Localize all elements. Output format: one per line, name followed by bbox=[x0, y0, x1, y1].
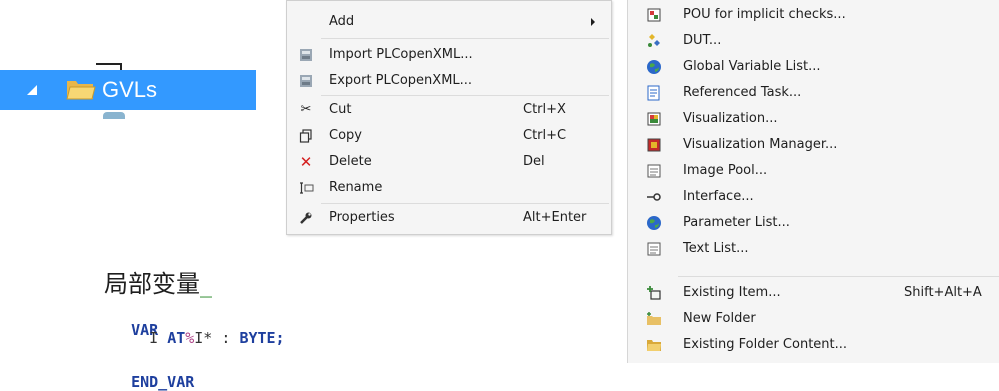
submenu-item-label: Text List... bbox=[683, 241, 749, 256]
submenu-item-visualization-manager[interactable]: Visualization Manager... bbox=[628, 132, 999, 158]
visualization-icon bbox=[646, 111, 662, 127]
folder-open-icon bbox=[66, 78, 96, 100]
text-cursor: _ bbox=[200, 270, 212, 298]
tree-child-icon bbox=[103, 112, 125, 119]
menu-item-shortcut: Del bbox=[523, 154, 545, 169]
delete-x-icon: ✕ bbox=[299, 153, 313, 171]
submenu-item-label: Image Pool... bbox=[683, 163, 768, 178]
menu-item-label: Copy bbox=[329, 128, 362, 143]
code-line-declaration: I AT%I* : BYTE; bbox=[113, 329, 285, 347]
context-menu: Add Import PLCopenXML... Export PLCopenX… bbox=[286, 0, 612, 235]
existing-item-icon bbox=[646, 285, 662, 301]
folder-icon bbox=[646, 337, 662, 353]
code-type: BYTE; bbox=[239, 329, 285, 347]
submenu-item-visualization[interactable]: Visualization... bbox=[628, 106, 999, 132]
menu-item-shortcut: Alt+Enter bbox=[523, 210, 587, 225]
submenu-item-image-pool[interactable]: Image Pool... bbox=[628, 158, 999, 184]
menu-item-shortcut: Ctrl+X bbox=[523, 102, 566, 117]
new-folder-icon bbox=[646, 311, 662, 327]
submenu-item-pou-implicit-checks[interactable]: POU for implicit checks... bbox=[628, 2, 999, 28]
dut-icon bbox=[646, 33, 662, 49]
submenu-item-label: Referenced Task... bbox=[683, 85, 802, 100]
submenu-item-existing-folder-content[interactable]: Existing Folder Content... bbox=[628, 332, 999, 358]
submenu-item-interface[interactable]: Interface... bbox=[628, 184, 999, 210]
expanded-triangle-icon[interactable] bbox=[27, 85, 37, 95]
menu-item-label: Properties bbox=[329, 210, 395, 225]
submenu-arrow-icon bbox=[591, 18, 595, 26]
menu-item-label: Cut bbox=[329, 102, 352, 117]
menu-item-shortcut: Ctrl+C bbox=[523, 128, 567, 143]
globe-icon bbox=[646, 215, 662, 231]
code-keyword: AT bbox=[167, 329, 186, 347]
globe-icon bbox=[646, 59, 662, 75]
code-line-end-var: END_VAR bbox=[113, 355, 194, 391]
tree-node-label: GVLs bbox=[102, 77, 158, 102]
submenu-item-text-list[interactable]: Text List... bbox=[628, 236, 999, 262]
visualization-manager-icon bbox=[646, 137, 662, 153]
wrench-icon bbox=[298, 211, 314, 225]
menu-item-cut[interactable]: ✂ Cut Ctrl+X bbox=[287, 97, 611, 123]
tree-node-gvls[interactable]: GVLs bbox=[0, 70, 256, 110]
submenu-item-label: Parameter List... bbox=[683, 215, 790, 230]
submenu-item-label: Global Variable List... bbox=[683, 59, 821, 74]
menu-separator bbox=[321, 38, 609, 39]
menu-item-label: Rename bbox=[329, 180, 383, 195]
menu-item-import-plcopenxml[interactable]: Import PLCopenXML... bbox=[287, 42, 611, 68]
menu-item-copy[interactable]: Copy Ctrl+C bbox=[287, 123, 611, 149]
menu-item-add[interactable]: Add bbox=[287, 9, 611, 35]
scissors-icon: ✂ bbox=[300, 102, 312, 117]
submenu-item-label: Existing Folder Content... bbox=[683, 337, 848, 352]
code-heading: 局部变量_ bbox=[104, 264, 212, 299]
code-address: I* bbox=[194, 329, 213, 347]
menu-item-label: Export PLCopenXML... bbox=[329, 73, 473, 88]
submenu-item-global-variable-list[interactable]: Global Variable List... bbox=[628, 54, 999, 80]
interface-icon bbox=[646, 189, 662, 205]
code-percent: % bbox=[185, 329, 195, 347]
image-pool-icon bbox=[646, 163, 662, 179]
submenu-item-dut[interactable]: DUT... bbox=[628, 28, 999, 54]
menu-separator bbox=[678, 276, 999, 277]
referenced-task-icon bbox=[646, 85, 662, 101]
menu-item-rename[interactable]: Rename bbox=[287, 175, 611, 201]
text-list-icon bbox=[646, 241, 662, 257]
add-submenu: POU for implicit checks... DUT... Global… bbox=[627, 0, 999, 363]
submenu-item-label: Visualization Manager... bbox=[683, 137, 838, 152]
submenu-item-referenced-task[interactable]: Referenced Task... bbox=[628, 80, 999, 106]
code-colon: : bbox=[221, 329, 231, 347]
submenu-item-label: POU for implicit checks... bbox=[683, 7, 846, 22]
rename-icon bbox=[298, 181, 314, 195]
menu-separator bbox=[321, 95, 609, 96]
pou-icon bbox=[646, 7, 662, 23]
submenu-item-shortcut: Shift+Alt+A bbox=[904, 285, 982, 300]
import-icon bbox=[298, 48, 314, 62]
submenu-item-label: Interface... bbox=[683, 189, 754, 204]
menu-item-label: Import PLCopenXML... bbox=[329, 47, 473, 62]
submenu-item-new-folder[interactable]: New Folder bbox=[628, 306, 999, 332]
menu-item-delete[interactable]: ✕ Delete Del bbox=[287, 149, 611, 175]
menu-item-label: Add bbox=[329, 14, 355, 29]
menu-separator bbox=[321, 203, 609, 204]
submenu-item-existing-item[interactable]: Existing Item... Shift+Alt+A bbox=[628, 280, 999, 306]
submenu-item-label: DUT... bbox=[683, 33, 722, 48]
code-identifier: I bbox=[149, 329, 159, 347]
menu-item-export-plcopenxml[interactable]: Export PLCopenXML... bbox=[287, 68, 611, 94]
copy-icon bbox=[298, 129, 314, 143]
code-heading-text: 局部变量 bbox=[104, 270, 200, 298]
export-icon bbox=[298, 74, 314, 88]
menu-item-label: Delete bbox=[329, 154, 372, 169]
menu-item-properties[interactable]: Properties Alt+Enter bbox=[287, 205, 611, 231]
submenu-item-label: Existing Item... bbox=[683, 285, 781, 300]
submenu-item-parameter-list[interactable]: Parameter List... bbox=[628, 210, 999, 236]
submenu-item-label: Visualization... bbox=[683, 111, 778, 126]
submenu-item-label: New Folder bbox=[683, 311, 756, 326]
code-keyword: END_VAR bbox=[131, 373, 195, 391]
